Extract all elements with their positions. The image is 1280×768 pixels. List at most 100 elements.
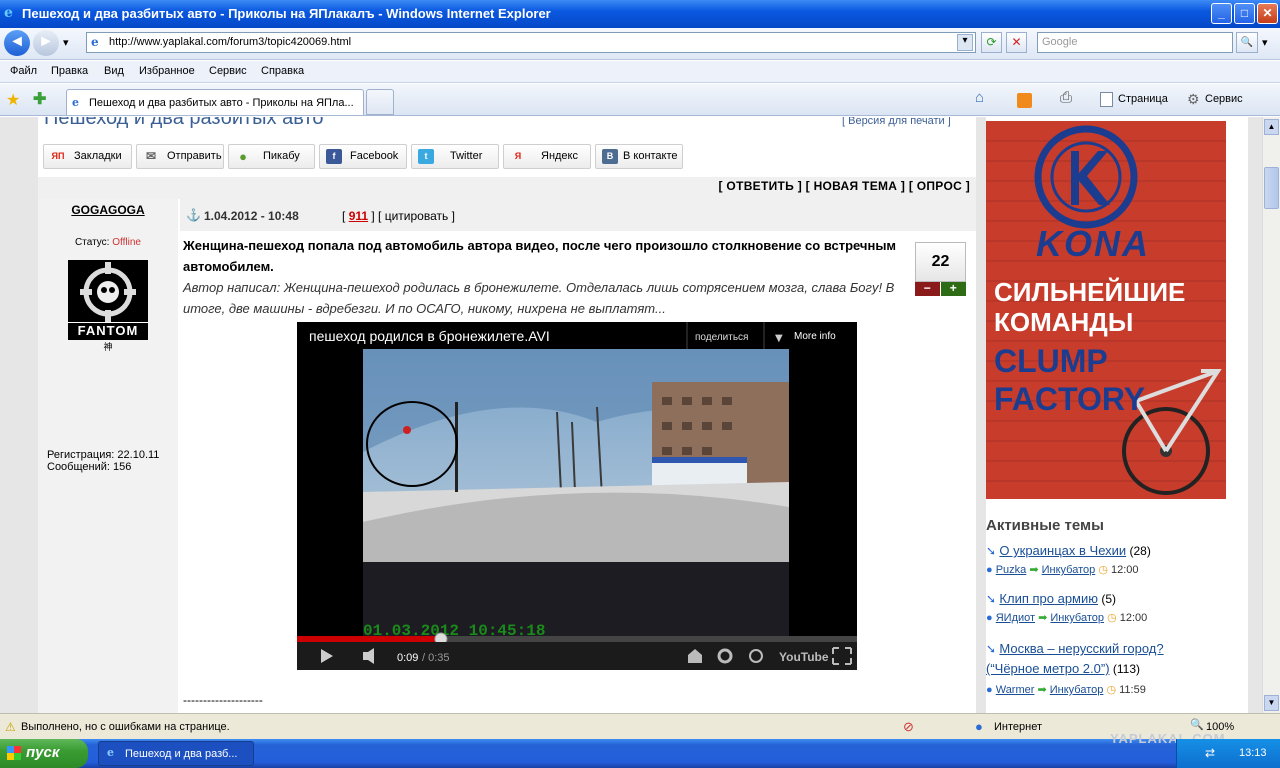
scroll-thumb[interactable] (1264, 167, 1279, 209)
topic-arrow-icon: ➘ (986, 642, 997, 656)
video-title[interactable]: пешеход родился в бронежилете.AVI (309, 328, 550, 344)
author-name-link[interactable]: GOGAGOGA (38, 203, 178, 217)
menu-tools[interactable]: Сервис (209, 65, 247, 77)
rating-minus-button[interactable]: − (915, 282, 940, 296)
topic-link[interactable]: О украинцах в Чехии (999, 543, 1126, 558)
post-number-link[interactable]: 911 (349, 209, 368, 223)
post-header: ⚓ 1.04.2012 - 10:48 [ 911 ] [ цитировать… (180, 199, 976, 231)
search-options-icon[interactable]: ▾ (1262, 36, 1268, 49)
share-bookmarks-button[interactable]: ЯП Закладки (43, 144, 132, 169)
page-viewport: Пешеход и два разбитых авто [ Версия для… (0, 117, 1262, 713)
start-button[interactable]: пуск (0, 739, 88, 768)
share-facebook-button[interactable]: f Facebook (319, 144, 407, 169)
topic-user-link[interactable]: ЯИдиот (996, 612, 1035, 624)
search-button[interactable]: 🔍 (1236, 32, 1258, 53)
message-count: Сообщений: 156 (47, 461, 132, 473)
navigation-bar: ◄ ► ▾ e http://www.yaplakal.com/forum3/t… (0, 28, 1280, 60)
menu-favorites[interactable]: Избранное (139, 65, 195, 77)
scroll-down-icon[interactable]: ▼ (1264, 695, 1279, 711)
address-dropdown-icon[interactable]: ▾ (957, 34, 973, 51)
kona-ad-banner[interactable]: KONA СИЛЬНЕЙШИЕ КОМАНДЫ CLUMP FACTORY (986, 121, 1226, 499)
topic-link[interactable]: Клип про армию (999, 591, 1098, 606)
rating-plus-button[interactable]: + (940, 282, 966, 296)
refresh-button[interactable]: ⟳ (981, 32, 1002, 53)
rating-widget: 22 − + (915, 242, 966, 297)
history-dropdown-icon[interactable]: ▾ (63, 36, 69, 49)
address-bar[interactable]: e http://www.yaplakal.com/forum3/topic42… (86, 32, 976, 53)
avatar-caption: FANTOM (68, 322, 148, 338)
rating-value: 22 (915, 242, 966, 282)
scroll-up-icon[interactable]: ▲ (1264, 119, 1279, 135)
search-input[interactable]: Google (1037, 32, 1233, 53)
menu-view[interactable]: Вид (104, 65, 124, 77)
menu-edit[interactable]: Правка (51, 65, 88, 77)
video-share-button[interactable]: поделиться (695, 332, 748, 343)
arrow-right-icon: ➡ (1037, 684, 1047, 696)
clock-icon: ◷ (1107, 612, 1117, 624)
quote-link[interactable]: ] [ цитировать ] (371, 209, 455, 223)
share-vkontakte-button[interactable]: В В контакте (595, 144, 683, 169)
post-lead: Женщина-пешеход попала под автомобиль ав… (183, 238, 897, 274)
topic-user-link[interactable]: Warmer (996, 684, 1035, 696)
zoom-icon: 🔍 (1190, 719, 1204, 731)
topic-section-link[interactable]: Инкубатор (1050, 612, 1104, 624)
topic-time: 12:00 (1111, 564, 1139, 576)
page-menu-icon (1100, 92, 1113, 107)
minimize-button[interactable]: _ (1211, 3, 1232, 24)
favorites-star-icon[interactable]: ★ (6, 90, 20, 110)
user-icon: ● (986, 684, 993, 696)
vertical-scrollbar[interactable]: ▲ ▼ (1262, 117, 1280, 713)
home-icon[interactable]: ⌂ (975, 89, 984, 106)
youtube-player[interactable]: 01.03.2012 10:45:18 пешеход родился в бр… (297, 322, 857, 670)
print-version-link[interactable]: [ Версия для печати ] (842, 117, 951, 127)
menu-help[interactable]: Справка (261, 65, 304, 77)
topic-user-link[interactable]: Puzka (996, 564, 1027, 576)
share-yandex-button[interactable]: Я Яндекс (503, 144, 591, 169)
share-twitter-button[interactable]: t Twitter (411, 144, 499, 169)
topic-section-link[interactable]: Инкубатор (1042, 564, 1096, 576)
forward-button[interactable]: ► (33, 30, 59, 56)
tools-gear-icon: ⚙ (1187, 91, 1200, 107)
youtube-logo[interactable]: YouTube (779, 650, 829, 664)
taskbar-ie-window[interactable]: e Пешеход и два разб... (98, 741, 254, 766)
share-pikabu-button[interactable]: ● Пикабу (228, 144, 315, 169)
pikabu-icon: ● (239, 149, 247, 164)
ad-line-1: СИЛЬНЕЙШИЕ (994, 277, 1186, 307)
yandex-icon: Я (514, 151, 522, 161)
rss-icon[interactable] (1017, 93, 1032, 108)
close-button[interactable]: ✕ (1257, 3, 1278, 24)
video-more-info[interactable]: More info (794, 331, 836, 342)
clock[interactable]: 13:13 (1239, 747, 1267, 759)
menu-file[interactable]: Файл (10, 65, 37, 77)
windows-logo-icon (7, 746, 21, 760)
avatar-sub: 神 (103, 342, 113, 352)
warning-icon[interactable]: ⚠ (5, 720, 16, 734)
page-menu-button[interactable]: Страница (1118, 93, 1168, 105)
anchor-icon[interactable]: ⚓ (186, 208, 201, 222)
tools-menu-button[interactable]: Сервис (1205, 93, 1243, 105)
stop-button[interactable]: ✕ (1006, 32, 1027, 53)
vkontakte-icon: В (602, 149, 618, 164)
add-favorite-icon[interactable]: ✚ (33, 89, 46, 109)
topic-count: (5) (1101, 592, 1117, 606)
topic-section-link[interactable]: Инкубатор (1050, 684, 1104, 696)
user-icon: ● (986, 612, 993, 624)
avatar: FANTOM (68, 260, 148, 340)
network-icon[interactable]: ⇄ (1205, 746, 1215, 760)
post-quote: Автор написал: Женщина-пешеход родилась … (183, 280, 895, 316)
envelope-icon: ✉ (145, 149, 157, 163)
url-input[interactable]: http://www.yaplakal.com/forum3/topic4200… (109, 36, 351, 48)
more-info-chevron-icon[interactable]: ▼ (775, 333, 783, 344)
back-button[interactable]: ◄ (4, 30, 30, 56)
maximize-button[interactable]: □ (1234, 3, 1255, 24)
share-email-button[interactable]: ✉ Отправить (136, 144, 224, 169)
sidebar: KONA СИЛЬНЕЙШИЕ КОМАНДЫ CLUMP FACTORY Ак… (986, 117, 1248, 713)
topic-actions[interactable]: [ ОТВЕТИТЬ ] [ НОВАЯ ТЕМА ] [ ОПРОС ] (38, 177, 976, 199)
print-icon[interactable]: ⎙ (1060, 89, 1072, 106)
window-titlebar[interactable]: e Пешеход и два разбитых авто - Приколы … (0, 0, 1280, 28)
window-title: Пешеход и два разбитых авто - Приколы на… (22, 6, 551, 21)
user-icon: ● (986, 564, 993, 576)
new-tab-button[interactable] (366, 89, 394, 115)
video-frame[interactable]: 01.03.2012 10:45:18 пешеход родился в бр… (297, 322, 857, 670)
tab-active[interactable]: e Пешеход и два разбитых авто - Приколы … (66, 89, 364, 115)
